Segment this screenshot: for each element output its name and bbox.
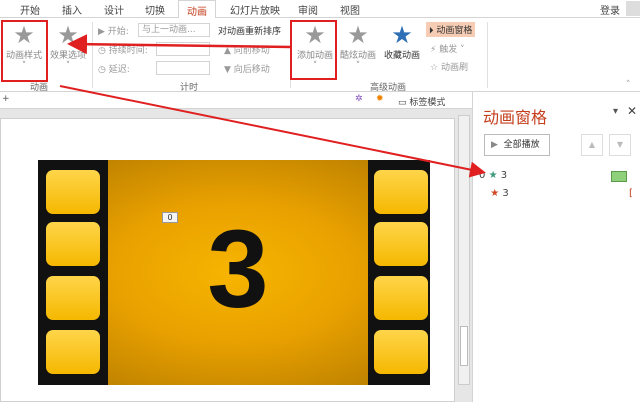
arrow-to-animation-pane [59,85,486,178]
arrow-to-animation-styles [67,34,293,55]
annotation-arrows [59,34,486,178]
